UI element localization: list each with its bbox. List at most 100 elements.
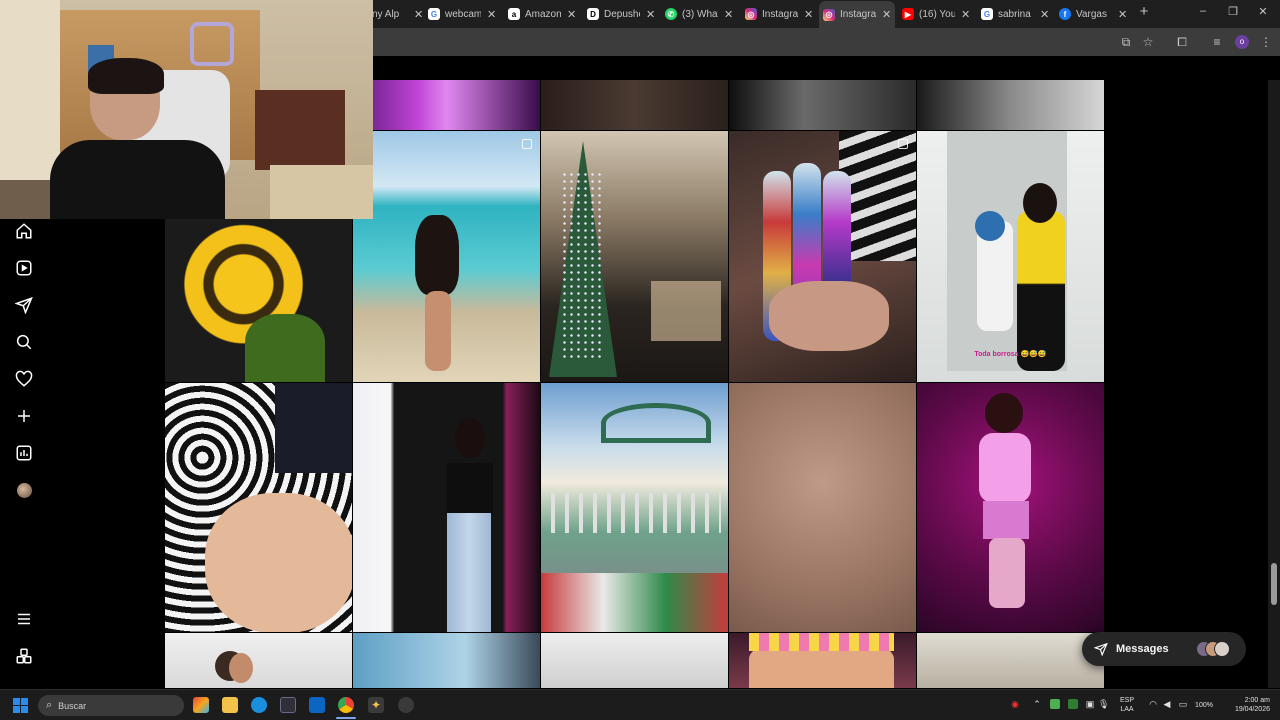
media-control-icon[interactable]: ≡: [1210, 35, 1224, 49]
store-app-icon[interactable]: [280, 697, 296, 713]
tab-0[interactable]: ny Alp ✕: [372, 4, 423, 24]
reels-icon: [16, 260, 32, 276]
nav-dashboard[interactable]: [14, 443, 34, 463]
tab-7[interactable]: ▶ (16) You ✕: [902, 4, 970, 24]
minimize-icon[interactable]: –: [1196, 5, 1210, 17]
messages-button[interactable]: Messages: [1082, 632, 1246, 666]
tab-8[interactable]: G sabrina ✕: [981, 4, 1049, 24]
post-tile[interactable]: [541, 80, 728, 130]
tab-title: Instagra: [762, 8, 798, 20]
wifi-icon[interactable]: ◠: [1148, 699, 1158, 709]
mail-app-icon[interactable]: [309, 697, 325, 713]
tab-6-active[interactable]: ◎ Instagra ✕: [819, 1, 896, 28]
tab-title: webcam: [445, 8, 481, 20]
battery-percent: 100%: [1195, 702, 1213, 709]
post-tile[interactable]: [353, 80, 540, 130]
recording-app-icon[interactable]: [398, 697, 414, 713]
edge-browser-icon[interactable]: [251, 697, 267, 713]
nav-direct[interactable]: [14, 295, 34, 315]
close-tab-icon[interactable]: ✕: [487, 8, 496, 21]
tab-title: Depushe: [604, 8, 640, 20]
post-tile-drinks[interactable]: [729, 131, 916, 382]
post-tile-christmas-tree[interactable]: [541, 131, 728, 382]
nav-profile[interactable]: [14, 480, 34, 500]
post-tile[interactable]: [165, 633, 352, 688]
chrome-app-icon[interactable]: [338, 697, 354, 713]
close-window-icon[interactable]: ✕: [1256, 5, 1270, 18]
messages-label: Messages: [1116, 643, 1169, 655]
close-tab-icon[interactable]: ✕: [646, 8, 655, 21]
tab-9[interactable]: f Vargas ✕: [1059, 4, 1127, 24]
webcam-overlay: [0, 0, 373, 219]
cast-icon[interactable]: ⧉: [1119, 35, 1133, 49]
nav-home[interactable]: [14, 221, 34, 241]
nav-search[interactable]: [14, 332, 34, 352]
file-explorer-icon[interactable]: [222, 697, 238, 713]
multiple-photos-icon: [522, 139, 532, 149]
amazon-icon: a: [508, 8, 520, 20]
restore-icon[interactable]: ❐: [1226, 5, 1240, 18]
profile-avatar[interactable]: o: [1235, 35, 1249, 49]
post-tile-child-blanket[interactable]: [165, 383, 352, 632]
nav-more[interactable]: [14, 609, 34, 629]
post-tile[interactable]: [917, 633, 1104, 688]
send-icon: [15, 296, 33, 314]
plus-icon: [18, 410, 30, 422]
tray-app-icon[interactable]: ▣: [1085, 699, 1095, 709]
post-tile-pink-outfit[interactable]: [917, 383, 1104, 632]
post-tile-neck-closeup[interactable]: [729, 383, 916, 632]
microphone-icon[interactable]: 🎙: [1098, 699, 1109, 709]
post-tile-sunflower[interactable]: [165, 219, 352, 382]
sparkle-app-icon[interactable]: ✦: [368, 697, 384, 713]
close-tab-icon[interactable]: ✕: [961, 8, 970, 21]
post-tile[interactable]: [917, 80, 1104, 130]
tab-title: ny Alp: [372, 8, 400, 20]
tab-title: sabrina: [998, 8, 1031, 20]
battery-icon[interactable]: ▭: [1178, 699, 1188, 709]
close-tab-icon[interactable]: ✕: [882, 8, 891, 21]
post-tile[interactable]: [729, 633, 916, 688]
tab-2[interactable]: a Amazon ✕: [508, 4, 576, 24]
post-tile-mirror-selfie[interactable]: [353, 383, 540, 632]
post-tile-selfie-mirror[interactable]: Toda borrosa 😅😅😅: [917, 131, 1104, 382]
post-tile-beach[interactable]: [353, 131, 540, 382]
tray-record-icon[interactable]: ◉: [1010, 699, 1020, 709]
tab-3[interactable]: D Depushe ✕: [587, 4, 655, 24]
tab-1[interactable]: G webcam ✕: [428, 4, 496, 24]
close-tab-icon[interactable]: ✕: [724, 8, 733, 21]
extensions-icon[interactable]: ⧠: [1175, 35, 1189, 49]
youtube-icon: ▶: [902, 8, 914, 20]
clock[interactable]: 2:00 am 19/04/2026: [1224, 696, 1270, 714]
taskbar-search[interactable]: ⌕ Buscar: [38, 695, 184, 716]
instagram-icon: ◎: [823, 8, 835, 21]
tab-4[interactable]: ✆ (3) What ✕: [665, 4, 733, 24]
nav-notifications[interactable]: [14, 369, 34, 389]
page-scrollbar-thumb[interactable]: [1271, 563, 1277, 605]
windows-start-icon[interactable]: [13, 698, 28, 713]
new-tab-icon[interactable]: +: [1136, 4, 1152, 20]
clock-date: 19/04/2026: [1234, 706, 1270, 713]
bookmark-star-icon[interactable]: ☆: [1141, 35, 1155, 49]
copilot-app-icon[interactable]: [193, 697, 209, 713]
menu-kebab-icon[interactable]: ⋮: [1259, 35, 1273, 49]
nav-reels[interactable]: [14, 258, 34, 278]
post-tile[interactable]: [729, 80, 916, 130]
close-tab-icon[interactable]: ✕: [1118, 8, 1127, 21]
nav-also-from-meta[interactable]: [14, 646, 34, 666]
post-tile-amusement-park[interactable]: [541, 383, 728, 632]
instagram-left-nav: [0, 219, 48, 689]
tray-app-icon[interactable]: [1068, 699, 1078, 709]
close-tab-icon[interactable]: ✕: [804, 8, 813, 21]
tab-5[interactable]: ◎ Instagra ✕: [745, 4, 813, 24]
language-indicator[interactable]: ESP LAA: [1116, 696, 1138, 714]
post-tile[interactable]: [541, 633, 728, 688]
close-tab-icon[interactable]: ✕: [1040, 8, 1049, 21]
tray-app-icon[interactable]: [1050, 699, 1060, 709]
volume-icon[interactable]: ◀: [1162, 699, 1172, 709]
tray-arrow-icon[interactable]: ⌃: [1032, 699, 1042, 709]
instagram-icon: ◎: [745, 8, 757, 20]
nav-create[interactable]: [14, 406, 34, 426]
close-tab-icon[interactable]: ✕: [414, 8, 423, 21]
close-tab-icon[interactable]: ✕: [567, 8, 576, 21]
post-tile[interactable]: [353, 633, 540, 688]
